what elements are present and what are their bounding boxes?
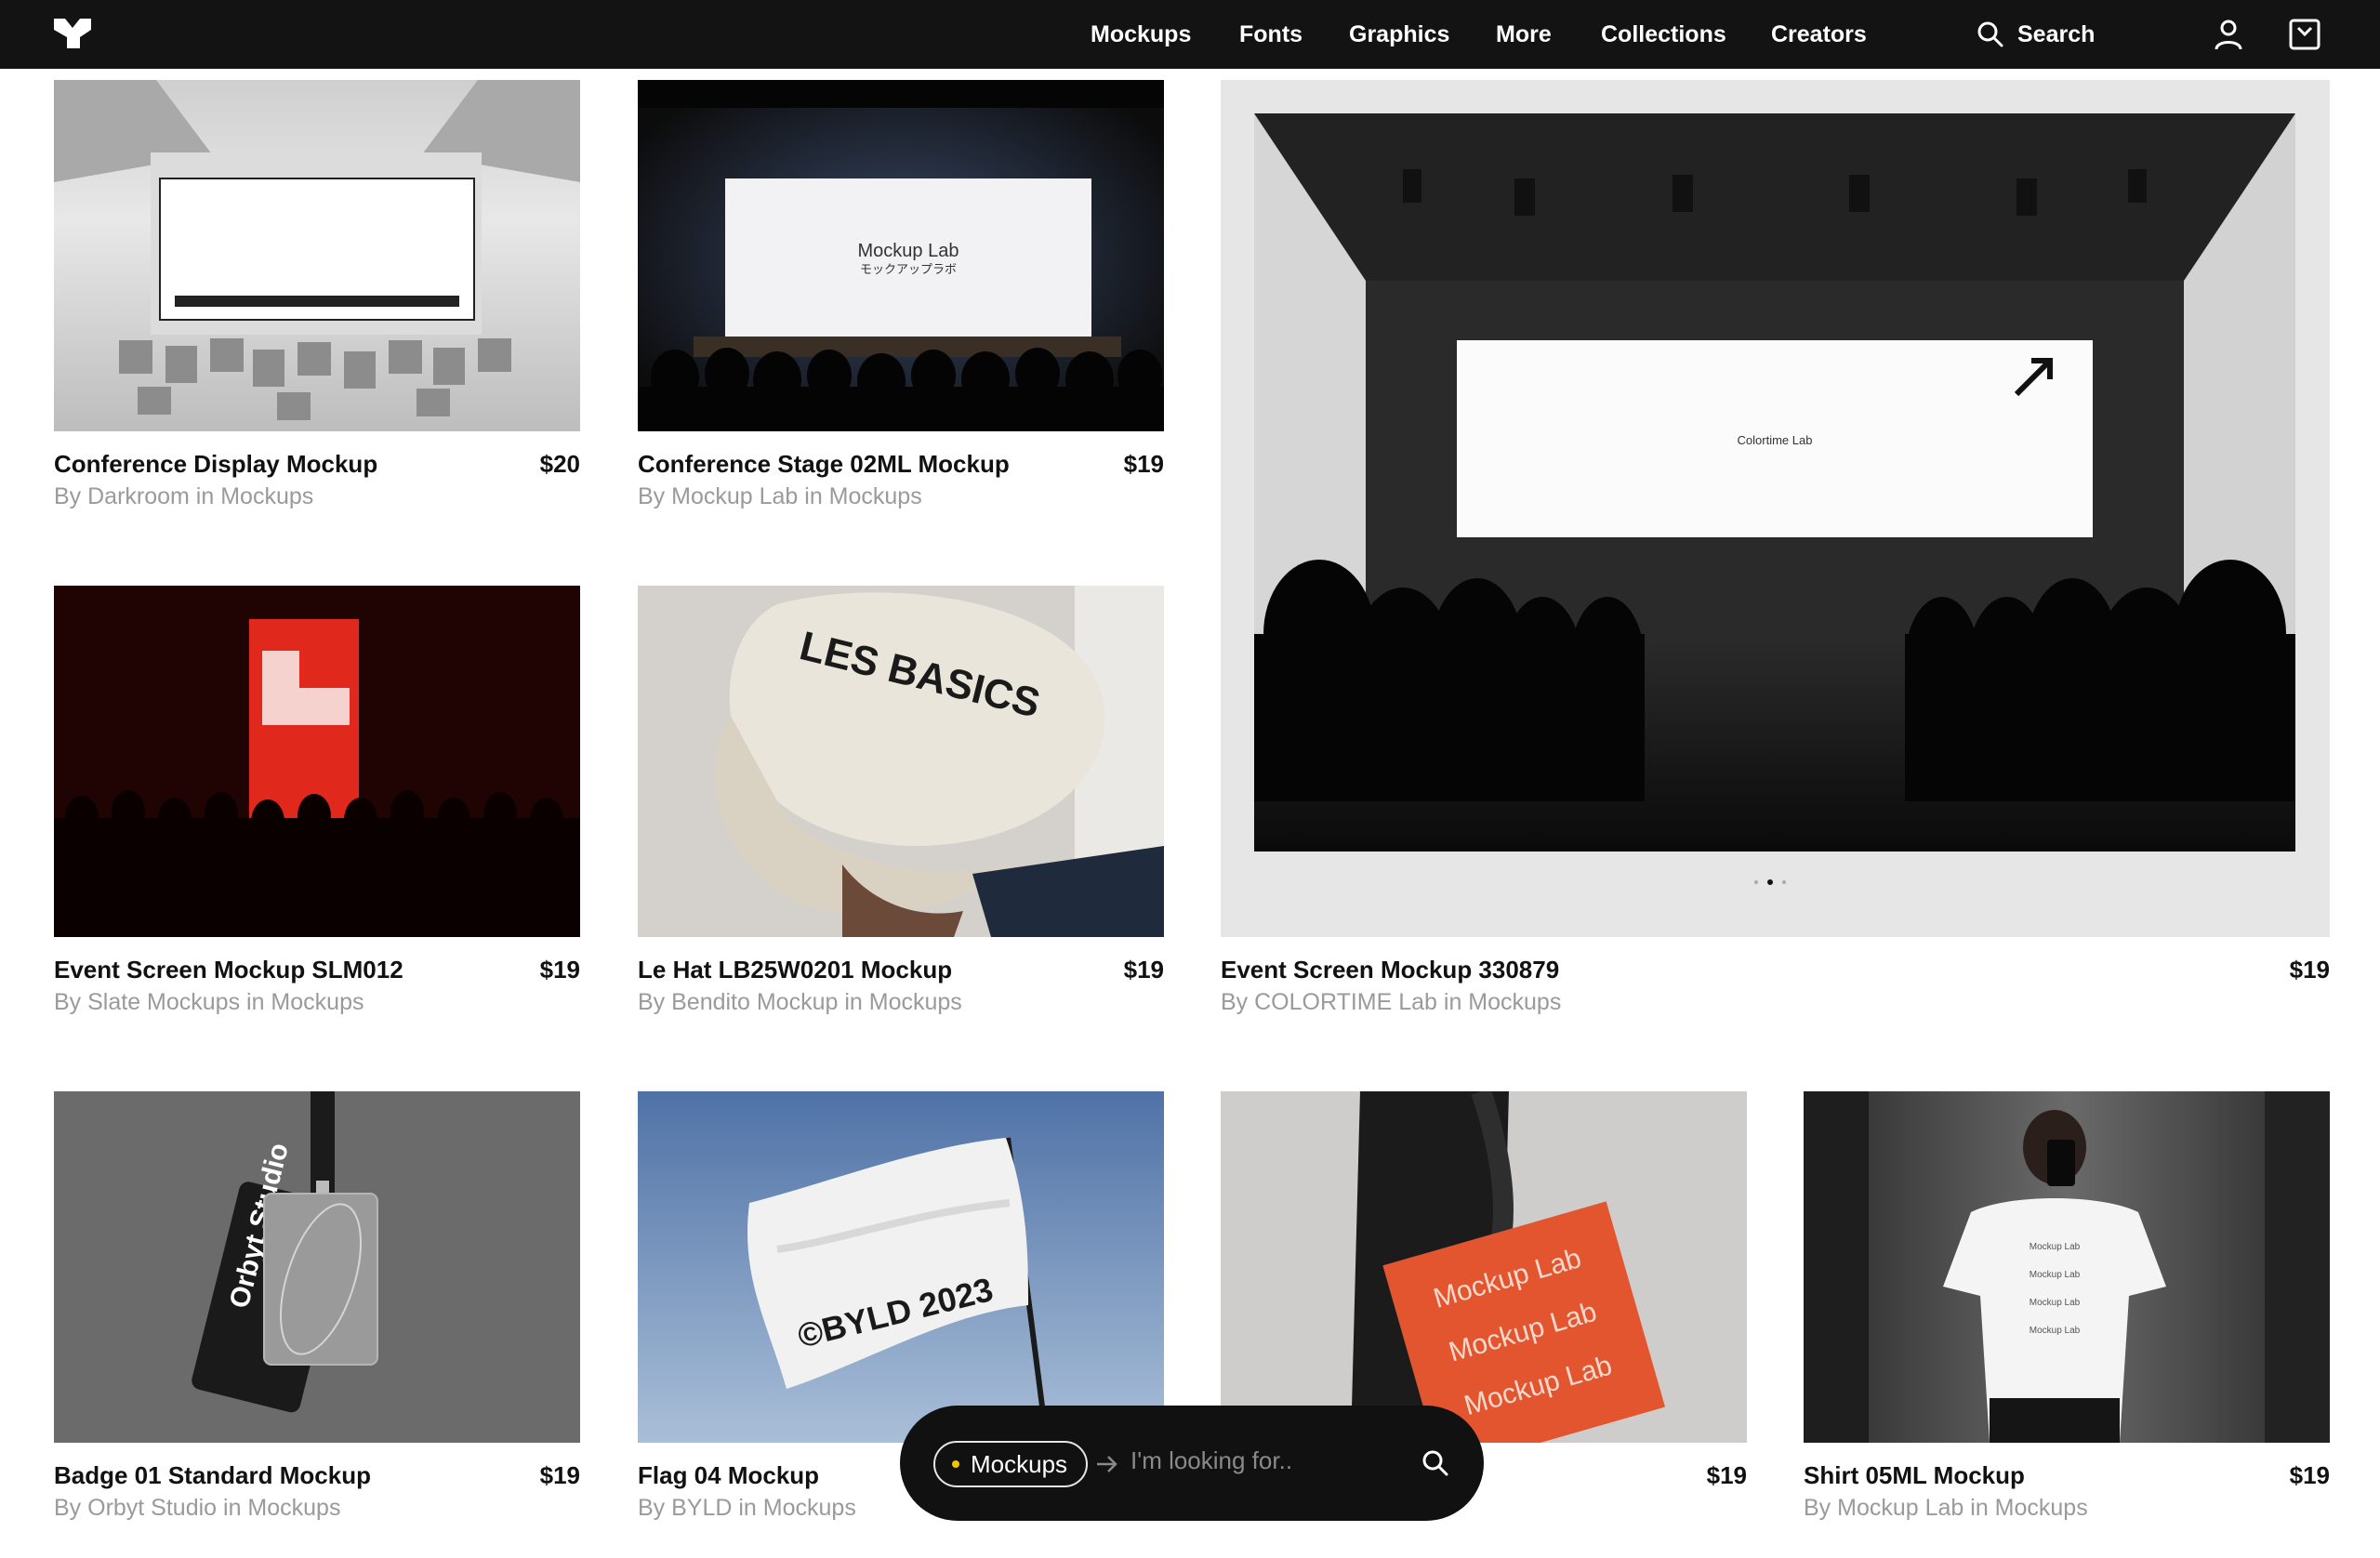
product-image-carousel[interactable]: Colortime Lab [1221,80,2330,937]
product-price: $19 [2289,956,2330,984]
product-card[interactable]: LES BASICS Le Hat LB25W0201 Mockup $19 B… [638,586,1164,1023]
chip-status-dot [952,1460,959,1468]
nav-item-collections[interactable]: Collections [1601,21,1726,48]
carousel-dot[interactable] [1782,880,1786,884]
search-label: Search [2017,20,2096,47]
shirt-text: Mockup Lab [2030,1326,2081,1336]
product-title[interactable]: Flag 04 Mockup [638,1461,819,1490]
product-byline[interactable]: By Orbyt Studio in Mockups [54,1495,340,1522]
product-price: $19 [539,956,580,984]
top-navigation-bar: Mockups Fonts Graphics More Collections … [0,0,2380,69]
shirt-text: Mockup Lab [2030,1242,2081,1252]
product-image[interactable]: Mockup Lab Mockup Lab Mockup Lab Mockup … [1804,1091,2330,1443]
shirt-text: Mockup Lab [2030,1298,2081,1308]
product-price: $19 [2289,1461,2330,1489]
nav-item-creators[interactable]: Creators [1771,21,1867,48]
product-byline[interactable]: By Mockup Lab in Mockups [1804,1495,2088,1522]
event-screen-image: Colortime Lab [1254,113,2295,852]
category-chip-mockups[interactable]: Mockups [933,1441,1089,1487]
product-image[interactable]: Mockup Lab Mockup Lab Mockup Lab [1221,1091,1747,1443]
cap-image: LES BASICS [714,586,1164,937]
product-title[interactable]: Event Screen Mockup SLM012 [54,956,403,984]
product-byline[interactable]: By Bendito Mockup in Mockups [638,989,962,1016]
carousel-dot[interactable] [1754,880,1758,884]
badge-image: Orbyt Studio [192,1091,378,1413]
dock-search-icon[interactable] [1421,1448,1450,1478]
stage-screen-jp-text: モックアップラボ [860,263,957,277]
product-image[interactable]: ©BYLD 2023 [638,1091,1164,1443]
carousel-indicator[interactable] [1754,879,1786,885]
nav-item-graphics[interactable]: Graphics [1349,21,1449,48]
product-image[interactable]: Orbyt Studio [54,1091,580,1443]
product-card[interactable]: Orbyt Studio Badge 01 Standard Mockup $1… [54,1091,580,1528]
nav-item-more[interactable]: More [1496,21,1552,48]
product-byline[interactable]: By Mockup Lab in Mockups [638,483,922,510]
product-card[interactable]: Event Screen Mockup SLM012 $19 By Slate … [54,586,580,1023]
product-image[interactable]: LES BASICS [638,586,1164,937]
product-card[interactable]: Conference Display Mockup $20 By Darkroo… [54,80,580,517]
conference-display-image [54,80,580,420]
stage-screen-text: Mockup Lab [858,241,959,261]
tote-bag-image: Mockup Lab Mockup Lab Mockup Lab [1351,1091,1666,1443]
product-byline[interactable]: By BYLD in Mockups [638,1495,856,1522]
cart-icon[interactable] [2287,17,2322,52]
product-image[interactable] [54,586,580,937]
product-image[interactable]: Mockup Lab モックアップラボ [638,80,1164,431]
featured-product-card[interactable]: Colortime Lab Event Screen Mockup 330879… [1221,80,2330,1015]
account-icon[interactable] [2211,17,2246,52]
product-card[interactable]: Mockup Lab Mockup Lab Mockup Lab Mockup … [1804,1091,2330,1528]
conference-stage-image: Mockup Lab モックアップラボ [638,80,1164,431]
red-event-screen-image [54,586,580,937]
product-price: $19 [1123,450,1164,478]
shirt-mirror-image: Mockup Lab Mockup Lab Mockup Lab Mockup … [1804,1091,2330,1443]
product-price: $20 [539,450,580,478]
product-title[interactable]: Badge 01 Standard Mockup [54,1461,371,1490]
product-byline[interactable]: By Slate Mockups in Mockups [54,989,364,1016]
product-title[interactable]: Event Screen Mockup 330879 [1221,956,1559,984]
flag-image: ©BYLD 2023 [747,1137,1050,1443]
product-card[interactable]: Mockup Lab モックアップラボ Conference Stage 02M… [638,80,1164,517]
product-title[interactable]: Conference Display Mockup [54,450,377,479]
arrow-right-icon [1097,1456,1117,1472]
product-title[interactable]: Shirt 05ML Mockup [1804,1461,2025,1490]
product-byline[interactable]: By COLORTIME Lab in Mockups [1221,989,1561,1016]
shirt-text: Mockup Lab [2030,1270,2081,1280]
search-icon [1977,21,2003,47]
product-price: $19 [539,1461,580,1489]
event-screen-text: Colortime Lab [1738,433,1813,447]
product-title[interactable]: Le Hat LB25W0201 Mockup [638,956,952,984]
dock-search-input[interactable]: I'm looking for.. [1130,1446,1292,1475]
product-price: $19 [1123,956,1164,984]
nav-item-fonts[interactable]: Fonts [1239,21,1302,48]
nav-item-mockups[interactable]: Mockups [1091,21,1191,48]
floating-search-dock: Mockups I'm looking for.. [900,1406,1484,1521]
carousel-dot-active[interactable] [1767,879,1773,885]
product-byline[interactable]: By Darkroom in Mockups [54,483,313,510]
product-image[interactable] [54,80,580,431]
product-title[interactable]: Conference Stage 02ML Mockup [638,450,1010,479]
search-button[interactable]: Search [1977,17,2095,52]
product-price: $19 [1706,1461,1747,1489]
category-chip-label: Mockups [971,1449,1068,1478]
